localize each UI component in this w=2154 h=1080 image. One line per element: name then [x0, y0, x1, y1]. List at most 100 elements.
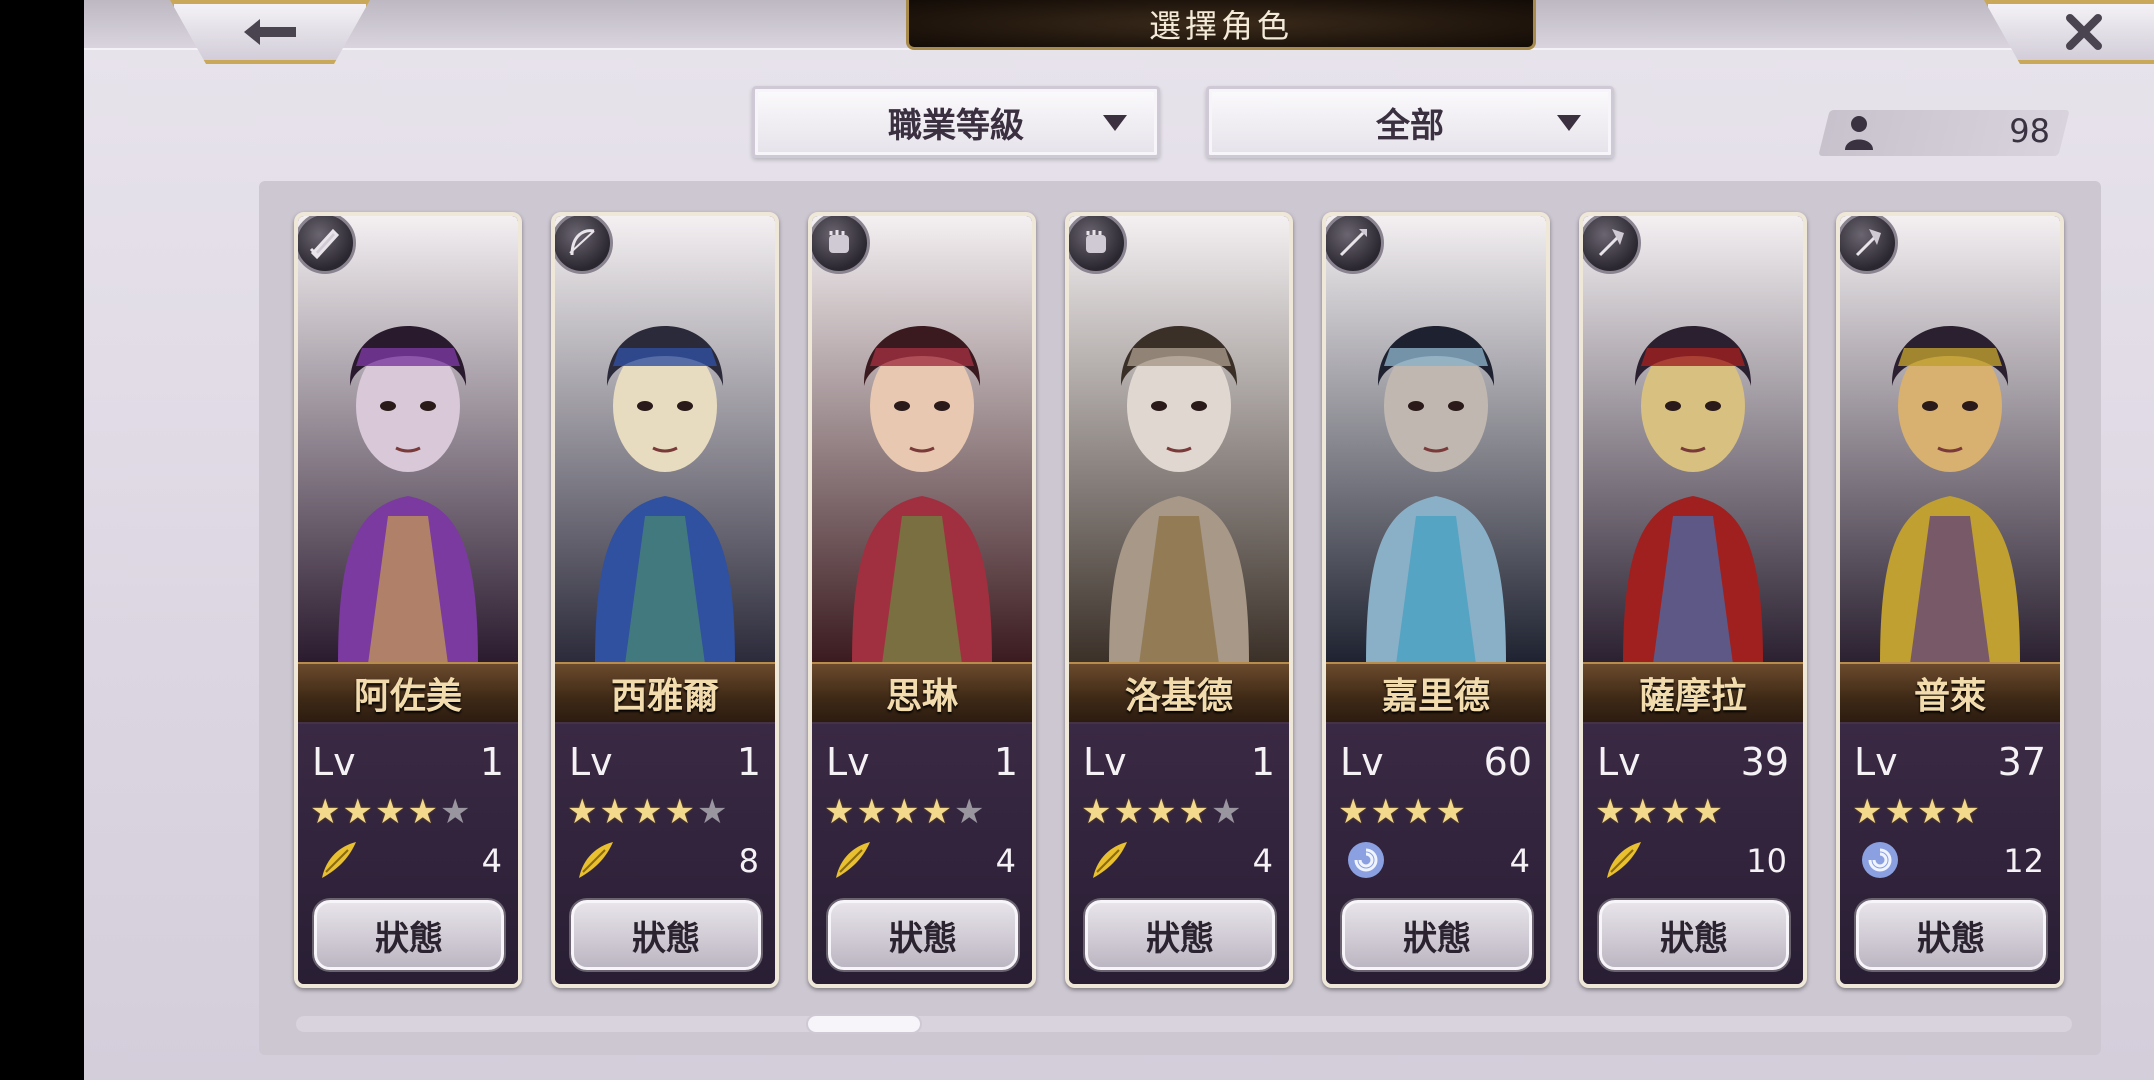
- close-button[interactable]: [1984, 0, 2154, 64]
- status-button[interactable]: 狀態: [571, 900, 761, 970]
- character-portrait: [1326, 216, 1546, 664]
- star-filled-icon: ★: [1659, 792, 1693, 832]
- star-filled-icon: ★: [1595, 792, 1628, 832]
- star-filled-icon: ★: [374, 792, 408, 832]
- star-filled-icon: ★: [1627, 792, 1660, 832]
- character-portrait: [812, 216, 1032, 664]
- level-value: 1: [479, 740, 504, 784]
- status-button[interactable]: 狀態: [828, 900, 1018, 970]
- skill-value: 4: [995, 842, 1016, 880]
- vortex-icon: [1862, 842, 1898, 878]
- status-button[interactable]: 狀態: [1085, 900, 1275, 970]
- star-filled-icon: ★: [824, 792, 857, 832]
- level-label: Lv: [569, 740, 613, 784]
- level-value: 60: [1483, 740, 1532, 784]
- star-filled-icon: ★: [1113, 792, 1146, 832]
- skill-value: 10: [1746, 842, 1787, 880]
- character-name: 薩摩拉: [1583, 662, 1803, 724]
- star-filled-icon: ★: [310, 792, 343, 832]
- star-filled-icon: ★: [856, 792, 889, 832]
- level-label: Lv: [1597, 740, 1641, 784]
- character-card[interactable]: 洛基德 Lv 1 ★★★★★ 4 狀態: [1065, 212, 1293, 988]
- star-filled-icon: ★: [1916, 792, 1950, 832]
- skill-value: 4: [1252, 842, 1273, 880]
- star-filled-icon: ★: [599, 792, 632, 832]
- character-portrait: [1069, 216, 1289, 664]
- character-card[interactable]: 嘉里德 Lv 60 ★★★★ 4 狀態: [1322, 212, 1550, 988]
- character-info: Lv 1 ★★★★★ 4 狀態: [1069, 722, 1289, 984]
- back-button[interactable]: [170, 0, 370, 64]
- scrollbar-track[interactable]: [296, 1016, 2072, 1032]
- level-value: 1: [736, 740, 761, 784]
- page-title: 選擇角色: [906, 0, 1536, 50]
- level-label: Lv: [312, 740, 356, 784]
- star-rating: ★★★★★: [824, 792, 986, 832]
- character-name: 嘉里德: [1326, 662, 1546, 724]
- skill-value: 4: [1509, 842, 1530, 880]
- feather-icon: [836, 842, 870, 878]
- fist-icon: [812, 216, 870, 274]
- level-value: 37: [1997, 740, 2046, 784]
- skill-value: 8: [738, 842, 759, 880]
- scrollbar-thumb[interactable]: [806, 1014, 922, 1034]
- level-label: Lv: [1340, 740, 1384, 784]
- character-card[interactable]: 思琳 Lv 1 ★★★★★ 4 狀態: [808, 212, 1036, 988]
- roster-count: 98: [2009, 112, 2050, 150]
- status-button[interactable]: 狀態: [1342, 900, 1532, 970]
- skill-value: 12: [2003, 842, 2044, 880]
- star-empty-icon: ★: [696, 792, 730, 832]
- star-filled-icon: ★: [1081, 792, 1114, 832]
- character-portrait: [1583, 216, 1803, 664]
- star-filled-icon: ★: [1178, 792, 1211, 832]
- character-info: Lv 39 ★★★★ 10 狀態: [1583, 722, 1803, 984]
- sword-icon: [298, 216, 356, 274]
- status-button[interactable]: 狀態: [1599, 900, 1789, 970]
- star-rating: ★★★★★: [1081, 792, 1243, 832]
- star-filled-icon: ★: [1884, 792, 1917, 832]
- character-info: Lv 1 ★★★★★ 4 狀態: [812, 722, 1032, 984]
- character-card[interactable]: 西雅爾 Lv 1 ★★★★★ 8 狀態: [551, 212, 779, 988]
- star-rating: ★★★★: [1595, 792, 1725, 832]
- character-name: 思琳: [812, 662, 1032, 724]
- star-empty-icon: ★: [953, 792, 987, 832]
- vortex-icon: [1348, 842, 1384, 878]
- bow-icon: [555, 216, 613, 274]
- character-info: Lv 1 ★★★★★ 4 狀態: [298, 722, 518, 984]
- chevron-down-icon: [1557, 115, 1581, 131]
- person-icon: [1845, 116, 1873, 150]
- character-name: 洛基德: [1069, 662, 1289, 724]
- character-card[interactable]: 阿佐美 Lv 1 ★★★★★ 4 狀態: [294, 212, 522, 988]
- star-filled-icon: ★: [1852, 792, 1885, 832]
- character-card[interactable]: 普萊 Lv 37 ★★★★ 12 狀態: [1836, 212, 2064, 988]
- star-filled-icon: ★: [1338, 792, 1371, 832]
- scope-filter-dropdown[interactable]: 全部: [1206, 86, 1614, 158]
- level-label: Lv: [1083, 740, 1127, 784]
- close-icon: [2066, 14, 2102, 50]
- scope-filter-label: 全部: [1376, 105, 1444, 146]
- star-filled-icon: ★: [342, 792, 375, 832]
- character-portrait: [1840, 216, 2060, 664]
- status-button[interactable]: 狀態: [314, 900, 504, 970]
- star-filled-icon: ★: [664, 792, 697, 832]
- level-value: 39: [1740, 740, 1789, 784]
- status-button[interactable]: 狀態: [1856, 900, 2046, 970]
- character-name: 阿佐美: [298, 662, 518, 724]
- star-filled-icon: ★: [1435, 792, 1468, 832]
- character-portrait: [298, 216, 518, 664]
- character-card[interactable]: 薩摩拉 Lv 39 ★★★★ 10 狀態: [1579, 212, 1807, 988]
- class-sort-dropdown[interactable]: 職業等級: [752, 86, 1160, 158]
- axe-icon: [1840, 216, 1898, 274]
- character-info: Lv 60 ★★★★ 4 狀態: [1326, 722, 1546, 984]
- back-arrow-icon: [244, 19, 296, 45]
- star-filled-icon: ★: [1949, 792, 1982, 832]
- star-filled-icon: ★: [567, 792, 600, 832]
- feather-icon: [1093, 842, 1127, 878]
- star-filled-icon: ★: [1370, 792, 1403, 832]
- feather-icon: [322, 842, 356, 878]
- character-portrait: [555, 216, 775, 664]
- character-card-list: 阿佐美 Lv 1 ★★★★★ 4 狀態 西雅爾 Lv 1 ★★★★★ 8 狀態 …: [294, 212, 2074, 992]
- star-rating: ★★★★★: [567, 792, 729, 832]
- star-filled-icon: ★: [1692, 792, 1725, 832]
- star-filled-icon: ★: [631, 792, 665, 832]
- chevron-down-icon: [1103, 115, 1127, 131]
